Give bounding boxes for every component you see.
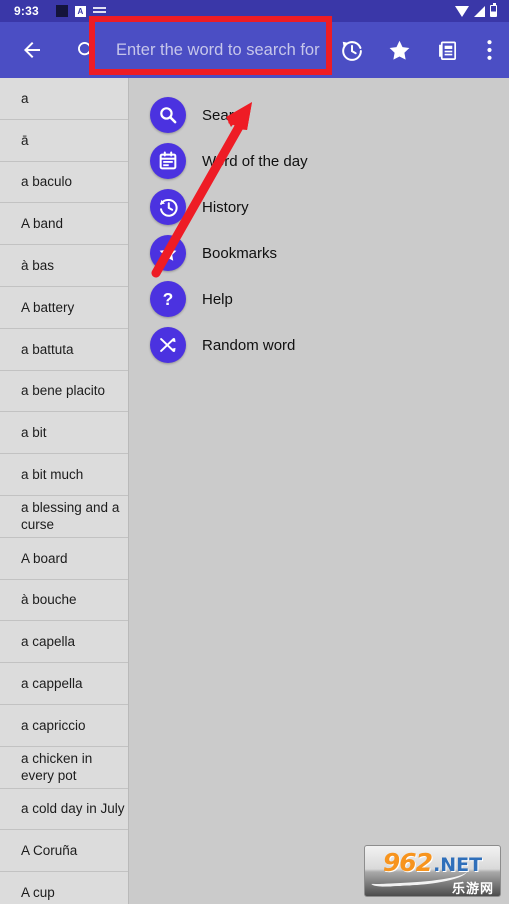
word-label: à bas — [21, 258, 55, 274]
word-label: a baculo — [21, 174, 73, 190]
content-area: a ā a baculo A band à bas A battery a ba… — [0, 78, 509, 904]
list-item[interactable]: a chicken in every pot — [0, 747, 128, 789]
signal-icon — [474, 5, 485, 17]
menu-item-label: Help — [202, 290, 233, 308]
word-label: à bouche — [21, 592, 77, 608]
word-label: a capella — [21, 634, 76, 650]
app-screen: 9:33 A Enter the word to search for a ā … — [0, 0, 509, 904]
list-item[interactable]: A cup — [0, 872, 128, 904]
history-icon — [159, 198, 178, 217]
menu-item-label: History — [202, 198, 249, 216]
menu-item-help[interactable]: ? Help — [129, 276, 509, 322]
list-item[interactable]: A battery — [0, 287, 128, 329]
bookmark-star-icon-badge — [150, 235, 186, 271]
word-label: A band — [21, 216, 64, 232]
search-icon — [78, 42, 95, 59]
question-mark-icon-badge: ? — [150, 281, 186, 317]
menu-item-label: Bookmarks — [202, 244, 278, 262]
battery-icon — [490, 3, 497, 17]
wifi-icon — [455, 5, 469, 17]
word-label: a blessing and a curse — [21, 500, 120, 533]
list-item[interactable]: à bas — [0, 245, 128, 287]
calendar-icon — [159, 151, 177, 170]
word-label: ā — [21, 132, 29, 148]
menu-item-bookmarks[interactable]: Bookmarks — [129, 230, 509, 276]
list-item[interactable]: à bouche — [0, 580, 128, 622]
menu-item-search[interactable]: Search — [129, 92, 509, 138]
history-icon — [341, 40, 362, 61]
list-item[interactable]: a capella — [0, 621, 128, 664]
menu-item-history[interactable]: History — [129, 184, 509, 230]
menu-item-random-word[interactable]: Random word — [129, 322, 509, 368]
app-bar — [0, 22, 509, 78]
notification-icon — [92, 6, 106, 16]
a-badge-icon: A — [74, 5, 86, 17]
menu-pane: Search Word of the day History Bookmarks… — [129, 78, 509, 904]
menu-item-label: Word of the day — [202, 152, 308, 170]
status-bar: 9:33 A — [0, 0, 509, 22]
search-icon-button[interactable] — [62, 26, 110, 74]
list-item[interactable]: a bene placito — [0, 371, 128, 413]
star-icon — [389, 40, 409, 60]
search-field[interactable] — [114, 27, 325, 73]
back-arrow-icon — [24, 42, 40, 58]
svg-text:?: ? — [163, 289, 174, 309]
word-label: a bit — [21, 425, 47, 441]
list-item[interactable]: ā — [0, 120, 128, 162]
watermark-chinese: 乐游网 — [451, 881, 494, 897]
history-icon-badge — [150, 189, 186, 225]
menu-item-label: Search — [202, 106, 250, 124]
list-item[interactable]: a cold day in July — [0, 789, 128, 831]
status-time: 9:33 — [14, 4, 39, 18]
list-item[interactable]: A Coruña — [0, 830, 128, 873]
search-input[interactable] — [114, 39, 325, 61]
list-item[interactable]: a bit much — [0, 454, 128, 496]
black-square-icon — [55, 5, 68, 17]
bookmark-star-icon — [159, 244, 177, 261]
overflow-menu-button[interactable] — [471, 26, 507, 74]
menu-item-word-of-the-day[interactable]: Word of the day — [129, 138, 509, 184]
list-item[interactable]: a baculo — [0, 162, 128, 204]
word-label: A board — [21, 550, 68, 566]
history-button[interactable] — [327, 26, 375, 74]
word-label: a bit much — [21, 467, 84, 483]
article-icon — [438, 40, 456, 60]
list-item[interactable]: A board — [0, 538, 128, 580]
article-button[interactable] — [423, 26, 471, 74]
status-right-icons — [455, 3, 497, 17]
shuffle-icon-badge — [150, 327, 186, 363]
back-button[interactable] — [8, 26, 56, 74]
word-label: a cappella — [21, 676, 83, 692]
watermark: 962 .NET 乐游网 — [364, 845, 501, 897]
word-label: a battuta — [21, 341, 74, 357]
calendar-icon-badge — [150, 143, 186, 179]
word-label: a — [21, 90, 29, 106]
list-item[interactable]: A band — [0, 203, 128, 246]
word-label: A Coruña — [21, 843, 78, 859]
question-mark-icon: ? — [163, 289, 174, 309]
list-item[interactable]: a blessing and a curse — [0, 496, 128, 538]
list-item[interactable]: a capriccio — [0, 705, 128, 747]
search-icon-badge — [150, 97, 186, 133]
list-item[interactable]: a battuta — [0, 329, 128, 371]
word-label: a bene placito — [21, 383, 106, 399]
list-item[interactable]: a bit — [0, 412, 128, 455]
list-item[interactable]: a cappella — [0, 663, 128, 705]
search-icon — [160, 107, 177, 124]
app-bar-actions — [327, 26, 507, 74]
word-label: a chicken in every pot — [21, 751, 93, 784]
word-label: A battery — [21, 299, 75, 315]
word-list[interactable]: a ā a baculo A band à bas A battery a ba… — [0, 78, 129, 904]
status-left-icons: 9:33 A — [8, 4, 106, 18]
word-label: a cold day in July — [21, 801, 125, 817]
menu-item-label: Random word — [202, 336, 296, 354]
list-item[interactable]: a — [0, 78, 128, 120]
bookmarks-star-button[interactable] — [375, 26, 423, 74]
word-label: a capriccio — [21, 717, 86, 733]
shuffle-icon — [160, 337, 176, 353]
word-label: A cup — [21, 885, 55, 901]
overflow-menu-icon — [486, 40, 492, 60]
